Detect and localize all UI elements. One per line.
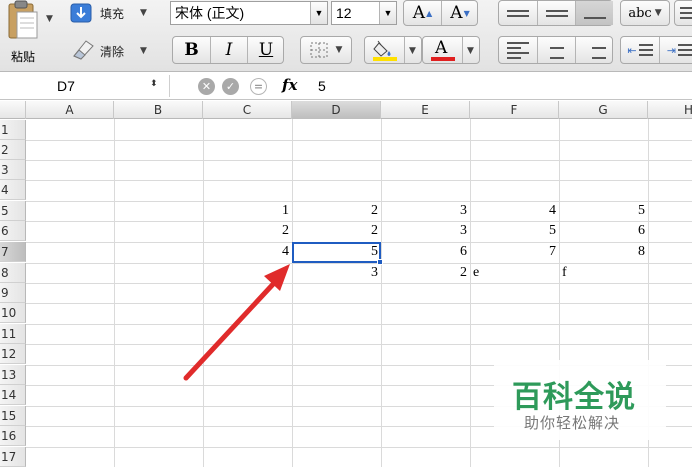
watermark-logo: 百科全说 助你轻松解决 xyxy=(494,360,666,440)
watermark-subtitle: 助你轻松解决 xyxy=(524,414,621,432)
watermark-title: 百科全说 xyxy=(512,380,636,415)
